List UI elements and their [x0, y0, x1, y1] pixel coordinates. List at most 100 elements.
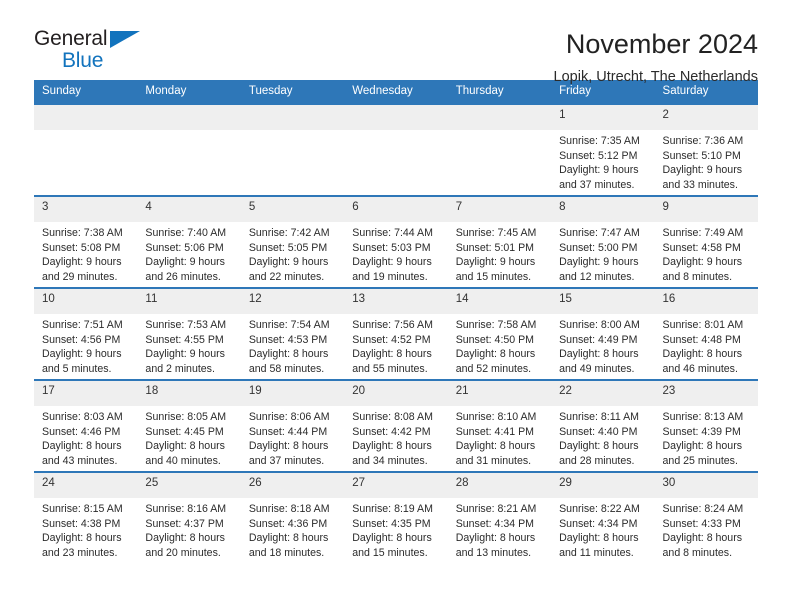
- day-number: 21: [447, 381, 552, 406]
- day-details: Sunrise: 8:16 AM Sunset: 4:37 PM Daylight:…: [137, 498, 240, 560]
- day-detail-line: Sunrise: 8:15 AM: [42, 503, 123, 515]
- day-detail-line: Sunrise: 8:11 AM: [559, 411, 639, 423]
- day-detail-line: Sunset: 4:50 PM: [455, 333, 535, 346]
- calendar-day-cell[interactable]: 9 Sunrise: 7:49 AM Sunset: 4:58 PM Daylight…: [654, 195, 758, 288]
- day-details: Sunrise: 8:18 AM Sunset: 4:36 PM Daylight:…: [241, 498, 344, 560]
- day-number: 7: [447, 197, 552, 222]
- day-detail-line: Sunrise: 8:18 AM: [248, 503, 330, 515]
- day-detail-line: Daylight: 9 hours: [42, 256, 122, 269]
- day-detail-line: Daylight: 8 hours: [248, 532, 329, 545]
- day-detail-line: Sunrise: 8:00 AM: [559, 319, 640, 331]
- brand-logo[interactable]: General Blue: [34, 28, 154, 78]
- day-detail-line: and 8 minutes.: [662, 270, 733, 283]
- calendar-day-cell-empty: [344, 103, 448, 196]
- day-detail-line: Daylight: 8 hours: [248, 440, 329, 453]
- day-detail-line: Sunset: 5:01 PM: [455, 241, 535, 254]
- day-detail-line: and 5 minutes.: [42, 362, 112, 375]
- day-detail-line: Sunset: 4:34 PM: [559, 517, 638, 530]
- calendar-day-cell[interactable]: 7 Sunrise: 7:45 AM Sunset: 5:01 PM Daylight…: [447, 195, 552, 288]
- day-number: 6: [344, 197, 448, 222]
- calendar-day-cell[interactable]: 24 Sunrise: 8:15 AM Sunset: 4:38 PM Dayligh…: [34, 471, 138, 563]
- calendar-day-cell[interactable]: 2 Sunrise: 7:36 AM Sunset: 5:10 PM Daylight…: [654, 103, 758, 196]
- day-detail-line: Sunrise: 7:36 AM: [662, 135, 744, 147]
- day-detail-line: and 23 minutes.: [42, 546, 118, 559]
- day-detail-line: Daylight: 9 hours: [662, 256, 743, 269]
- day-details: Sunrise: 8:08 AM Sunset: 4:42 PM Daylight:…: [344, 406, 447, 468]
- day-detail-line: Sunrise: 8:22 AM: [559, 503, 640, 515]
- day-detail-line: Sunset: 4:40 PM: [559, 425, 638, 438]
- day-number: 26: [240, 473, 345, 498]
- day-detail-line: Sunset: 5:03 PM: [352, 241, 431, 254]
- calendar-day-cell[interactable]: 8 Sunrise: 7:47 AM Sunset: 5:00 PM Daylight…: [551, 195, 655, 288]
- calendar-day-cell[interactable]: 27 Sunrise: 8:19 AM Sunset: 4:35 PM Dayligh…: [344, 471, 448, 563]
- day-detail-line: Sunset: 5:05 PM: [248, 241, 328, 254]
- calendar-day-cell[interactable]: 26 Sunrise: 8:18 AM Sunset: 4:36 PM Dayligh…: [240, 471, 345, 563]
- day-number: 8: [551, 197, 655, 222]
- day-number: 24: [34, 473, 138, 498]
- day-detail-line: and 15 minutes.: [352, 546, 428, 559]
- day-detail-line: Sunset: 4:55 PM: [145, 333, 224, 346]
- calendar-day-cell[interactable]: 18 Sunrise: 8:05 AM Sunset: 4:45 PM Dayligh…: [137, 379, 241, 472]
- day-detail-line: Sunset: 4:35 PM: [352, 517, 431, 530]
- day-detail-line: and 31 minutes.: [455, 454, 532, 467]
- calendar-day-cell[interactable]: 30 Sunrise: 8:24 AM Sunset: 4:33 PM Dayligh…: [654, 471, 758, 563]
- day-detail-line: Sunrise: 7:45 AM: [455, 227, 537, 239]
- calendar-day-cell-empty: [34, 103, 138, 196]
- day-detail-line: and 19 minutes.: [352, 270, 428, 283]
- day-number: 14: [447, 289, 552, 314]
- calendar-day-cell[interactable]: 13 Sunrise: 7:56 AM Sunset: 4:52 PM Dayligh…: [344, 287, 448, 380]
- day-details: Sunrise: 7:53 AM Sunset: 4:55 PM Daylight:…: [137, 314, 240, 376]
- day-detail-line: Daylight: 8 hours: [352, 440, 432, 453]
- calendar-day-cell[interactable]: 29 Sunrise: 8:22 AM Sunset: 4:34 PM Dayligh…: [551, 471, 655, 563]
- day-details: Sunrise: 8:24 AM Sunset: 4:33 PM Daylight:…: [655, 498, 758, 560]
- day-details: [137, 130, 240, 134]
- calendar-day-cell[interactable]: 21 Sunrise: 8:10 AM Sunset: 4:41 PM Dayligh…: [447, 379, 552, 472]
- calendar-day-cell[interactable]: 4 Sunrise: 7:40 AM Sunset: 5:06 PM Daylight…: [137, 195, 241, 288]
- calendar-day-cell[interactable]: 28 Sunrise: 8:21 AM Sunset: 4:34 PM Dayligh…: [447, 471, 552, 563]
- calendar-day-cell[interactable]: 12 Sunrise: 7:54 AM Sunset: 4:53 PM Dayligh…: [240, 287, 345, 380]
- day-detail-line: Sunrise: 8:01 AM: [662, 319, 744, 331]
- day-detail-line: and 40 minutes.: [145, 454, 221, 467]
- calendar-day-cell[interactable]: 16 Sunrise: 8:01 AM Sunset: 4:48 PM Dayligh…: [654, 287, 758, 380]
- calendar-day-cell[interactable]: 11 Sunrise: 7:53 AM Sunset: 4:55 PM Dayligh…: [137, 287, 241, 380]
- calendar-week-row: 3 Sunrise: 7:38 AM Sunset: 5:08 PM Daylight…: [34, 195, 758, 288]
- day-detail-line: Sunset: 4:56 PM: [42, 333, 121, 346]
- calendar-day-cell[interactable]: 3 Sunrise: 7:38 AM Sunset: 5:08 PM Daylight…: [34, 195, 138, 288]
- day-detail-line: Daylight: 8 hours: [559, 440, 639, 453]
- calendar-day-cell[interactable]: 1 Sunrise: 7:35 AM Sunset: 5:12 PM Daylight…: [551, 103, 655, 196]
- day-detail-line: Daylight: 8 hours: [662, 532, 743, 545]
- calendar-day-cell[interactable]: 23 Sunrise: 8:13 AM Sunset: 4:39 PM Dayligh…: [654, 379, 758, 472]
- day-number: 17: [34, 381, 138, 406]
- calendar-day-cell[interactable]: 20 Sunrise: 8:08 AM Sunset: 4:42 PM Dayligh…: [344, 379, 448, 472]
- calendar-day-cell[interactable]: 19 Sunrise: 8:06 AM Sunset: 4:44 PM Dayligh…: [240, 379, 345, 472]
- day-detail-line: Sunrise: 8:24 AM: [662, 503, 744, 515]
- calendar-week-row: 17 Sunrise: 8:03 AM Sunset: 4:46 PM Dayligh…: [34, 379, 758, 472]
- day-detail-line: and 26 minutes.: [145, 270, 221, 283]
- calendar-day-cell[interactable]: 15 Sunrise: 8:00 AM Sunset: 4:49 PM Dayligh…: [551, 287, 655, 380]
- day-detail-line: Sunrise: 8:08 AM: [352, 411, 433, 423]
- day-number: 30: [654, 473, 758, 498]
- calendar-day-cell[interactable]: 25 Sunrise: 8:16 AM Sunset: 4:37 PM Dayligh…: [137, 471, 241, 563]
- calendar-day-cell[interactable]: 17 Sunrise: 8:03 AM Sunset: 4:46 PM Dayligh…: [34, 379, 138, 472]
- day-detail-line: and 46 minutes.: [662, 362, 738, 375]
- calendar-day-cell[interactable]: 10 Sunrise: 7:51 AM Sunset: 4:56 PM Dayligh…: [34, 287, 138, 380]
- day-detail-line: Sunset: 4:53 PM: [248, 333, 328, 346]
- calendar-day-cell[interactable]: 6 Sunrise: 7:44 AM Sunset: 5:03 PM Daylight…: [344, 195, 448, 288]
- day-detail-line: Daylight: 8 hours: [145, 440, 225, 453]
- calendar-day-cell[interactable]: 5 Sunrise: 7:42 AM Sunset: 5:05 PM Daylight…: [240, 195, 345, 288]
- page-header: General Blue November 2024 Lopik, Utrech…: [34, 0, 758, 85]
- day-detail-line: Sunset: 4:45 PM: [145, 425, 224, 438]
- calendar-day-cell[interactable]: 14 Sunrise: 7:58 AM Sunset: 4:50 PM Dayligh…: [447, 287, 552, 380]
- day-detail-line: Sunset: 4:42 PM: [352, 425, 431, 438]
- day-detail-line: and 52 minutes.: [455, 362, 532, 375]
- day-detail-line: and 12 minutes.: [559, 270, 635, 283]
- day-detail-line: Sunrise: 8:19 AM: [352, 503, 433, 515]
- day-details: Sunrise: 7:45 AM Sunset: 5:01 PM Daylight:…: [448, 222, 551, 284]
- day-detail-line: Sunset: 4:52 PM: [352, 333, 431, 346]
- page-subtitle: Lopik, Utrecht, The Netherlands: [553, 68, 758, 85]
- day-number: 25: [137, 473, 241, 498]
- calendar-day-cell[interactable]: 22 Sunrise: 8:11 AM Sunset: 4:40 PM Dayligh…: [551, 379, 655, 472]
- day-detail-line: Sunset: 4:38 PM: [42, 517, 121, 530]
- day-detail-line: Daylight: 9 hours: [662, 164, 743, 177]
- day-detail-line: and 49 minutes.: [559, 362, 635, 375]
